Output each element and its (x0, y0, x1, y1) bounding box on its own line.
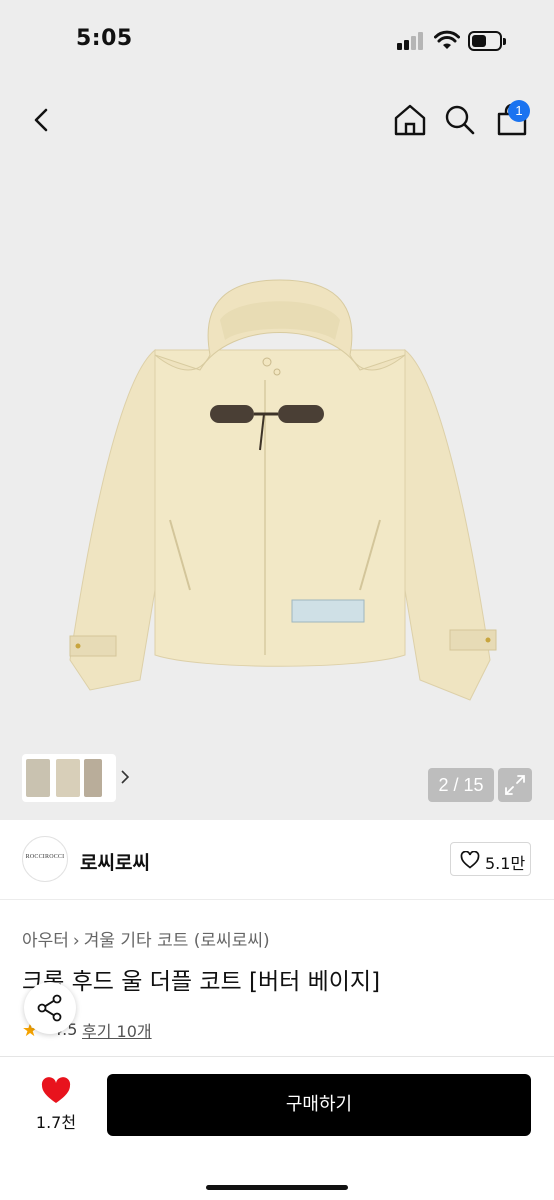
battery-icon (468, 31, 506, 51)
chevron-right-icon[interactable] (118, 768, 132, 786)
share-icon (37, 994, 62, 1022)
search-icon[interactable] (440, 100, 480, 140)
product-gallery[interactable]: 5:05 1 2 / 15 (0, 0, 554, 820)
thumbnail-strip[interactable] (22, 754, 130, 802)
image-counter: 2 / 15 (428, 768, 494, 802)
brand-logo[interactable]: ROCCIROCCI (22, 836, 68, 882)
thumbnail-image[interactable] (26, 759, 50, 797)
breadcrumb-item[interactable]: 아우터 (22, 931, 69, 951)
wishlist-count: 1.7천 (35, 1113, 77, 1132)
wishlist-button[interactable]: 1.7천 (22, 1071, 90, 1141)
battery-level (472, 35, 486, 47)
product-image (69, 279, 497, 701)
cart-badge: 1 (508, 100, 530, 122)
back-button[interactable] (22, 100, 62, 140)
brand-like-button[interactable]: 5.1만 (450, 842, 531, 876)
top-navigation (0, 90, 554, 150)
brand-row: ROCCIROCCI 로씨로씨 5.1만 (0, 820, 554, 900)
brand-like-count: 5.1만 (485, 854, 526, 873)
buy-button[interactable]: 구매하기 (107, 1074, 531, 1136)
signal-icon (397, 32, 425, 50)
share-button[interactable] (24, 982, 76, 1034)
brand-logo-text: ROCCIROCCI (25, 854, 65, 860)
review-link[interactable]: 후기 10개 (82, 1018, 152, 1042)
product-title: 크롭 후드 울 더플 코트 [버터 베이지] (22, 969, 381, 995)
breadcrumb: 아우터 › 겨울 기타 코트 (로씨로씨) (22, 926, 270, 951)
thumbnail-image[interactable] (56, 759, 80, 797)
expand-icon[interactable] (498, 768, 532, 802)
home-icon[interactable] (390, 100, 430, 140)
wifi-icon (434, 30, 460, 49)
status-bar: 5:05 (0, 0, 554, 84)
breadcrumb-item[interactable]: 겨울 기타 코트 (로씨로씨) (84, 931, 270, 951)
heart-filled-icon (41, 1077, 71, 1103)
bottom-action-bar: 1.7천 구매하기 (0, 1056, 554, 1200)
home-indicator (206, 1185, 348, 1190)
heart-outline-icon (460, 851, 480, 869)
breadcrumb-separator-icon: › (72, 931, 80, 951)
status-time: 5:05 (76, 26, 133, 51)
thumbnail-image[interactable] (84, 759, 102, 797)
brand-name[interactable]: 로씨로씨 (80, 848, 150, 875)
